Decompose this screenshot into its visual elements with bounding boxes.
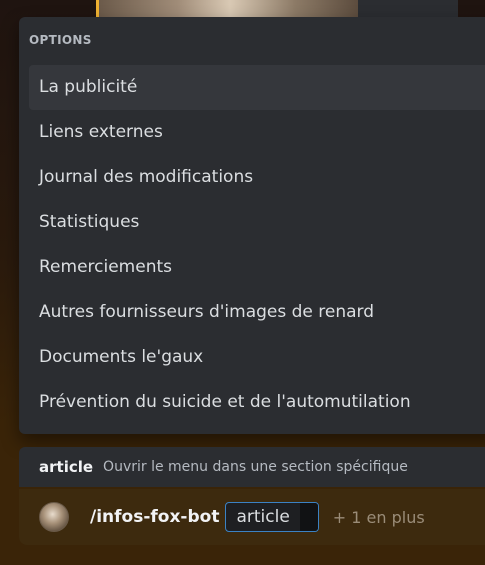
option-item-autres-fournisseurs[interactable]: Autres fournisseurs d'images de renard — [29, 290, 485, 335]
option-item-documents-legaux[interactable]: Documents le'gaux — [29, 335, 485, 380]
option-item-publicite[interactable]: La publicité — [29, 65, 485, 110]
hint-option-description: Ouvrir le menu dans une section spécifiq… — [103, 459, 408, 475]
parameter-label: article — [236, 507, 290, 527]
option-item-statistiques[interactable]: Statistiques — [29, 200, 485, 245]
parameter-value-field[interactable] — [299, 503, 318, 531]
option-item-prevention-suicide[interactable]: Prévention du suicide et de l'automutila… — [29, 380, 485, 425]
parameter-chip-article[interactable]: article — [225, 502, 319, 532]
command-input-bar[interactable]: /infos-fox-bot article + 1 en plus — [19, 489, 485, 545]
bot-avatar — [39, 502, 69, 532]
option-item-liens-externes[interactable]: Liens externes — [29, 110, 485, 155]
options-header: OPTIONS — [29, 33, 92, 47]
option-item-journal-modifications[interactable]: Journal des modifications — [29, 155, 485, 200]
more-options-link[interactable]: + 1 en plus — [333, 508, 425, 527]
command-name: /infos-fox-bot — [90, 507, 220, 527]
options-popup: OPTIONS La publicité Liens externes Jour… — [19, 17, 485, 434]
hint-option-name: article — [39, 458, 94, 476]
option-item-remerciements[interactable]: Remerciements — [29, 245, 485, 290]
option-list: La publicité Liens externes Journal des … — [29, 65, 485, 425]
option-hint-row: article Ouvrir le menu dans une section … — [19, 447, 485, 487]
